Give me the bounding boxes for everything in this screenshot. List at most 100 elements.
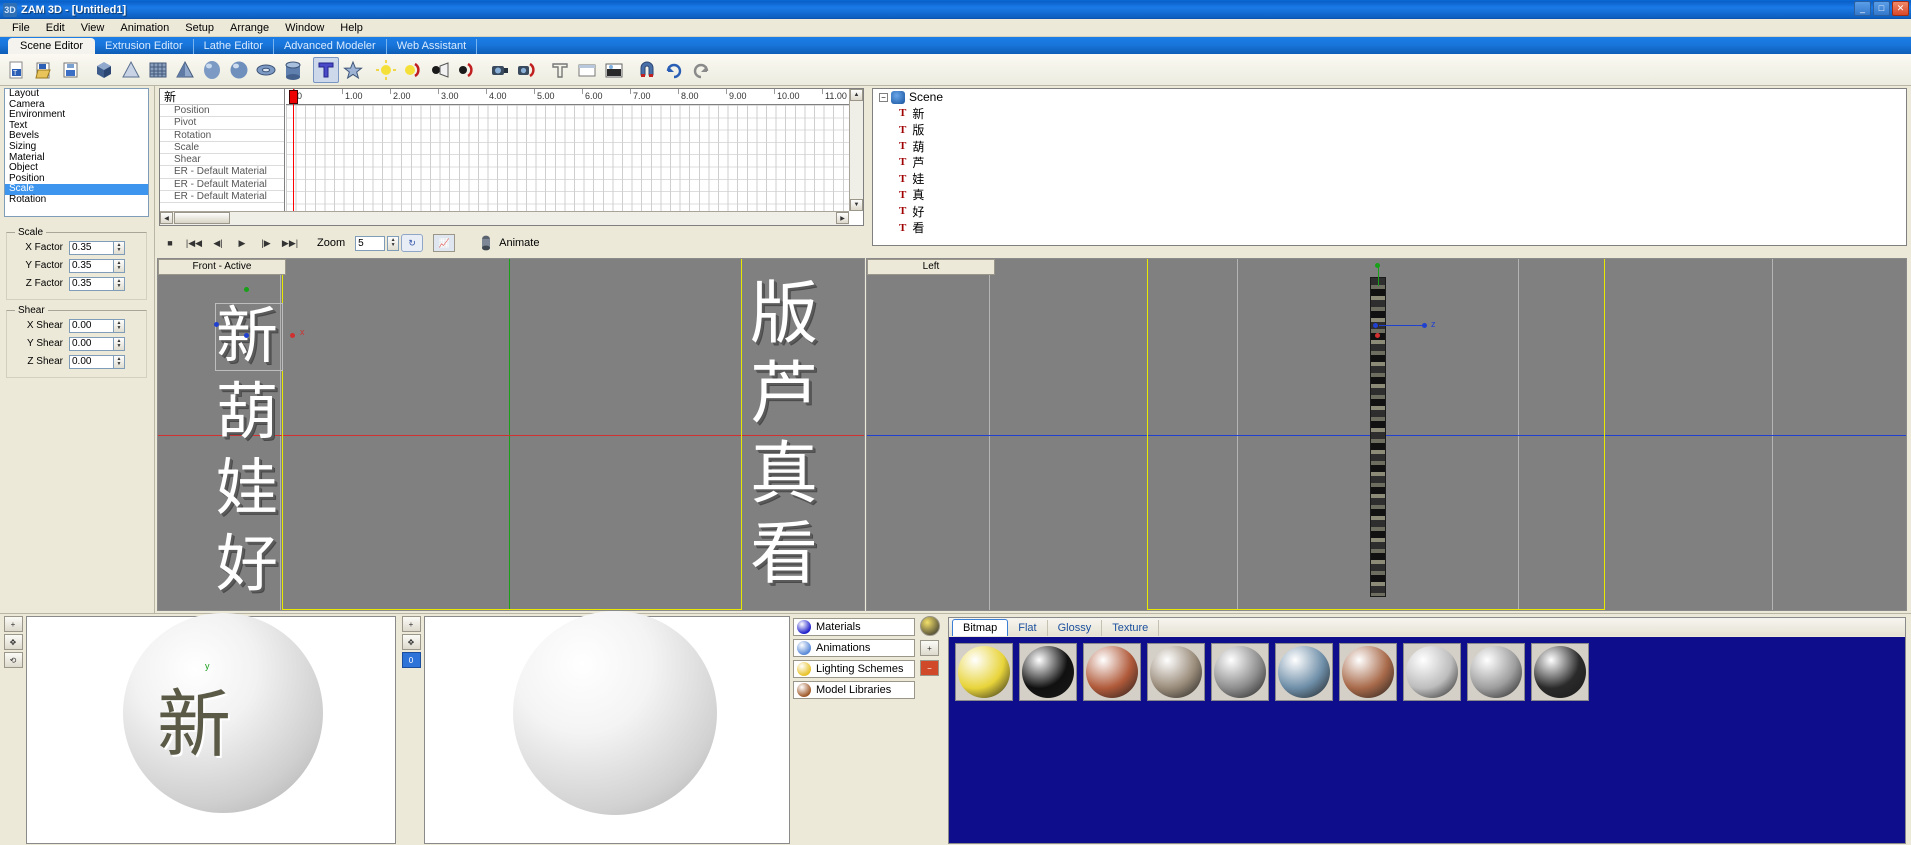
open-file-icon[interactable]	[31, 57, 57, 83]
tab-web-assistant[interactable]: Web Assistant	[387, 39, 478, 54]
selection-handle-green[interactable]	[244, 287, 249, 292]
material-swatch-cell-9[interactable]	[1531, 643, 1589, 701]
spinner-y-factor[interactable]: ▲ ▼	[113, 258, 125, 273]
library-item-materials[interactable]: Materials	[793, 618, 915, 636]
frame-counter[interactable]: 0	[401, 652, 421, 668]
preview-pane-right[interactable]	[424, 611, 790, 844]
property-list-item-rotation[interactable]: Rotation	[5, 194, 148, 206]
glyph-kan[interactable]: 看	[750, 521, 818, 589]
material-sphere-icon[interactable]	[920, 616, 940, 636]
material-swatch-cell-0[interactable]	[955, 643, 1013, 701]
input-y-shear[interactable]	[69, 336, 113, 351]
timeline-track-1[interactable]: Pivot	[160, 117, 284, 130]
rewind-button[interactable]: |◀◀	[183, 234, 205, 252]
spinner-x-shear[interactable]: ▲ ▼	[113, 318, 125, 333]
glyph-ban[interactable]: 版	[750, 281, 818, 349]
input-y-factor[interactable]	[69, 258, 113, 273]
menu-item-setup[interactable]: Setup	[177, 21, 222, 35]
timeline-track-5[interactable]: ER - Default Material	[160, 166, 284, 179]
go-to-end-button[interactable]: ▶▶|	[279, 234, 301, 252]
zoom-in-button[interactable]: +	[3, 616, 23, 632]
timeline-track-7[interactable]: ER - Default Material	[160, 191, 284, 204]
ellipsoid-primitive-icon[interactable]	[226, 57, 252, 83]
zoom-spinner[interactable]: ▲ ▼	[387, 235, 400, 251]
input-x-shear[interactable]	[69, 318, 113, 333]
torus-primitive-icon[interactable]	[253, 57, 279, 83]
menu-item-edit[interactable]: Edit	[38, 21, 73, 35]
spinner-z-shear[interactable]: ▲ ▼	[113, 354, 125, 369]
property-list-item-sizing[interactable]: Sizing	[5, 141, 148, 153]
library-item-model-libraries[interactable]: Model Libraries	[793, 681, 915, 699]
material-tab-bitmap[interactable]: Bitmap	[952, 619, 1009, 636]
material-swatch-cell-3[interactable]	[1147, 643, 1205, 701]
glyph-wa[interactable]: 娃	[216, 457, 278, 519]
camera-target-icon[interactable]	[514, 57, 540, 83]
scene-tree-item-3[interactable]: T芦	[873, 154, 1906, 170]
stop-button[interactable]: ■	[159, 234, 181, 252]
point-light-icon[interactable]	[373, 57, 399, 83]
scene-tree-item-2[interactable]: T葫	[873, 138, 1906, 154]
material-swatch-cell-2[interactable]	[1083, 643, 1141, 701]
property-list-item-layout[interactable]: Layout	[5, 89, 148, 100]
scene-tree-item-5[interactable]: T真	[873, 187, 1906, 203]
scene-tree-item-0[interactable]: T新	[873, 105, 1906, 121]
input-z-shear[interactable]	[69, 354, 113, 369]
scroll-left-arrow[interactable]: ◀	[160, 212, 173, 224]
redo-icon[interactable]	[688, 57, 714, 83]
material-swatch-cell-8[interactable]	[1467, 643, 1525, 701]
material-tab-glossy[interactable]: Glossy	[1048, 620, 1103, 636]
camera-icon[interactable]	[487, 57, 513, 83]
scene-tree-panel[interactable]: − Scene T新T版T葫T芦T娃T真T好T看	[872, 88, 1907, 246]
reset-view-button[interactable]: ⟲	[3, 652, 23, 668]
library-add-icon[interactable]: +	[920, 640, 939, 656]
text-extrude-icon[interactable]	[547, 57, 573, 83]
step-forward-button[interactable]: |▶	[255, 234, 277, 252]
timeline-track-6[interactable]: ER - Default Material	[160, 179, 284, 192]
timeline-keyframe-area[interactable]	[286, 105, 849, 211]
viewport-front-canvas[interactable]: 新 葫 娃 好 版 芦 真 看 x	[158, 259, 864, 610]
library-remove-icon[interactable]: −	[920, 660, 939, 676]
pyramid-primitive-icon[interactable]	[172, 57, 198, 83]
play-button[interactable]: ▶	[231, 234, 253, 252]
menu-item-window[interactable]: Window	[277, 21, 332, 35]
spot-light-icon[interactable]	[400, 57, 426, 83]
menu-item-file[interactable]: File	[4, 21, 38, 35]
rectangle-icon[interactable]	[574, 57, 600, 83]
selection-handle-origin[interactable]	[244, 333, 249, 338]
sphere-primitive-icon[interactable]	[199, 57, 225, 83]
property-category-list[interactable]: Layout Camera Environment Text Bevels Sizing M…	[4, 88, 149, 217]
cone-primitive-icon[interactable]	[118, 57, 144, 83]
loop-icon[interactable]: ↻	[401, 234, 424, 252]
material-swatch-cell-7[interactable]	[1403, 643, 1461, 701]
menu-item-help[interactable]: Help	[332, 21, 371, 35]
distant-light-icon[interactable]	[454, 57, 480, 83]
timeline-grid[interactable]: 0 1.00 2.00 3.00 4.00 5.00 6.00 7.00 8.00 9.00 10.…	[286, 89, 849, 211]
pan-button[interactable]: ✥	[3, 634, 23, 650]
material-tab-flat[interactable]: Flat	[1008, 620, 1048, 636]
preview-zoom-button[interactable]: +	[401, 616, 421, 632]
undo-icon[interactable]	[661, 57, 687, 83]
scene-tree-item-4[interactable]: T娃	[873, 170, 1906, 186]
scene-tree-item-7[interactable]: T看	[873, 219, 1906, 235]
cylinder-primitive-icon[interactable]	[280, 57, 306, 83]
scroll-down-arrow[interactable]: ▼	[850, 199, 863, 211]
selection-handle-x-red[interactable]	[290, 333, 295, 338]
scene-tree-root[interactable]: − Scene	[873, 89, 1906, 105]
selection-handle-x-blue[interactable]	[214, 322, 219, 327]
spinner-x-factor[interactable]: ▲ ▼	[113, 240, 125, 255]
preview-pan-button[interactable]: ✥	[401, 634, 421, 650]
preview-pane-left[interactable]: 新 y	[26, 613, 396, 844]
cube-primitive-icon[interactable]	[91, 57, 117, 83]
left-handle-blue-left[interactable]	[1373, 323, 1378, 328]
material-swatch-cell-5[interactable]	[1275, 643, 1333, 701]
hscroll-thumb[interactable]	[174, 212, 230, 224]
left-handle-green[interactable]	[1375, 263, 1380, 268]
input-x-factor[interactable]	[69, 240, 113, 255]
animate-object-icon[interactable]	[475, 234, 497, 252]
timeline-playhead-knob[interactable]	[289, 90, 298, 104]
menu-item-arrange[interactable]: Arrange	[222, 21, 277, 35]
minimize-button[interactable]: _	[1854, 1, 1871, 16]
scroll-right-arrow[interactable]: ▶	[836, 212, 849, 224]
tab-lathe-editor[interactable]: Lathe Editor	[194, 39, 274, 54]
timeline-horizontal-scrollbar[interactable]: ◀ ▶	[160, 211, 849, 225]
